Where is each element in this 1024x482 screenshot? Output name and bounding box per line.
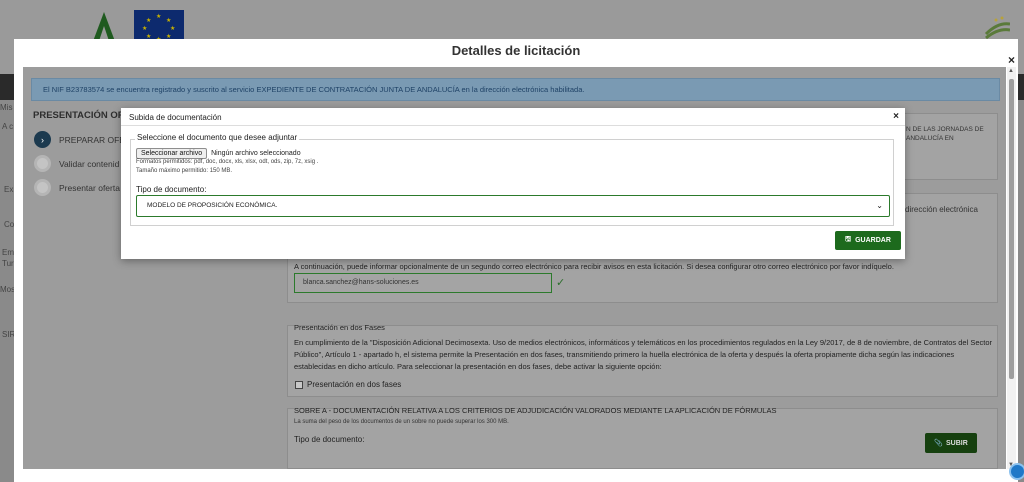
step-validate-content[interactable]: Validar contenid [34,155,119,172]
scroll-up-icon[interactable]: ▲ [1008,68,1014,74]
upload-dialog: Subida de documentación × Seleccione el … [121,108,905,259]
checkbox-label: Presentación en dos fases [307,380,402,389]
step-present-offer[interactable]: Presentar oferta [34,179,120,196]
sobre-a-doc-type-label: Tipo de documento: [294,435,365,444]
step-label: Validar contenid [59,158,120,169]
save-button[interactable]: 🖫 GUARDAR [835,231,901,250]
chevron-down-icon: ⌄ [876,201,883,210]
upload-button-label: SUBIR [945,439,968,447]
step-label: Presentar oferta [59,182,120,193]
file-status: Ningún archivo seleccionado [211,150,301,157]
document-type-value: MODELO DE PROPOSICIÓN ECONÓMICA. [147,202,278,209]
paperclip-icon: 📎 [934,440,943,447]
presentation-title: PRESENTACIÓN OF [33,110,124,121]
help-bubble-icon[interactable] [1009,463,1024,480]
dialog-title: Subida de documentación [129,113,222,122]
modal-title: Detalles de licitación [451,43,581,58]
modal-close-icon[interactable]: × [1008,53,1015,67]
background-text: Em [2,248,14,257]
divider [121,125,905,126]
andalucia-logo-icon [984,16,1010,40]
checkbox-icon[interactable] [295,380,303,389]
step-circle-icon [34,155,51,172]
max-size: Tamaño máximo permitido: 150 MB. [136,168,233,174]
modal-scrollbar[interactable]: ▲ ▼ [1007,67,1016,469]
fases-description: En cumplimiento de la "Disposición Adici… [294,338,993,371]
sobre-a-title: SOBRE A - DOCUMENTACIÓN RELATIVA A LOS C… [294,406,777,415]
allowed-formats: Formatos permitidos: pdf, doc, docx, xls… [136,159,319,165]
document-type-label: Tipo de documento: [136,185,207,194]
upload-legend: Seleccione el documento que desee adjunt… [135,133,300,142]
fases-legend: Presentación en dos Fases [294,323,385,332]
check-icon: ✓ [556,277,566,289]
dialog-close-icon[interactable]: × [893,111,899,122]
two-phase-checkbox[interactable]: Presentación en dos fases [295,380,401,389]
document-type-select[interactable]: MODELO DE PROPOSICIÓN ECONÓMICA. ⌄ [136,195,890,217]
background-text: Ex [4,185,14,194]
step-circle-icon [34,179,51,196]
upload-button[interactable]: 📎 SUBIR [925,433,977,453]
background-text: Tur [2,259,14,268]
notice-panel-text: N DE LAS JORNADAS DE ANDALUCÍA EN [906,126,984,142]
chevron-right-icon: › [34,131,51,148]
file-requirements: Formatos permitidos: pdf, doc, docx, xls… [136,158,318,176]
info-alert: El NIF B23783574 se encuentra registrado… [31,78,1000,101]
save-icon: 🖫 [845,236,852,243]
scrollbar-thumb[interactable] [1009,79,1014,379]
secondary-email-input[interactable]: blanca.sanchez@hans-soluciones.es [294,273,552,293]
sobre-a-panel [287,408,998,469]
background-text: A c [2,122,14,131]
step-prepare-offer[interactable]: › PREPARAR OFER [34,131,131,148]
secondary-email-label: A continuación, puede informar opcionalm… [294,262,894,271]
save-button-label: GUARDAR [855,237,891,244]
background-text: Mis [0,103,13,112]
licitacion-details-modal: Detalles de licitación × El NIF B2378357… [14,39,1018,482]
email-panel-text: dirección electrónica [905,205,978,214]
sobre-a-note: La suma del peso de los documentos de un… [294,419,509,425]
background-text: Co [4,220,15,229]
